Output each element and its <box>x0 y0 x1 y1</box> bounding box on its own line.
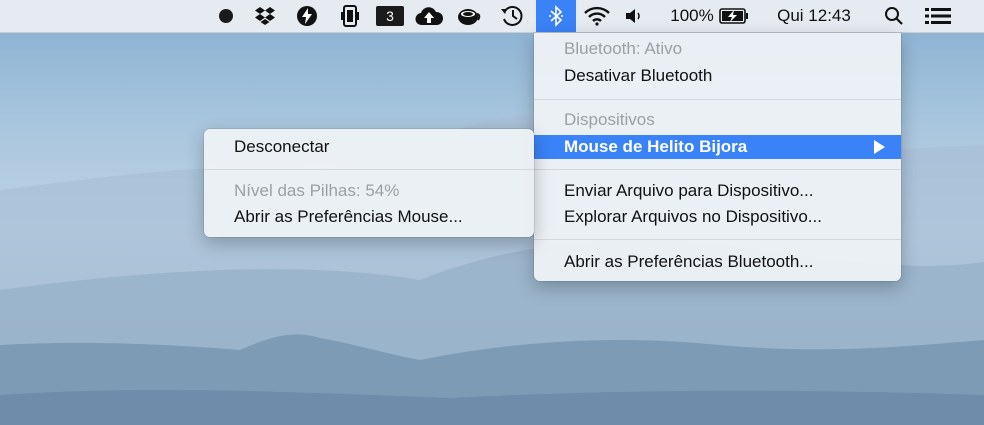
time-machine-icon[interactable] <box>498 0 526 32</box>
list-icon[interactable] <box>922 0 954 32</box>
volume-icon[interactable] <box>622 0 648 32</box>
submenu-arrow-icon <box>874 140 885 154</box>
bluetooth-icon[interactable] <box>536 0 576 32</box>
record-icon[interactable] <box>214 0 238 32</box>
bluetooth-status: Bluetooth: Ativo <box>564 39 683 58</box>
separator <box>534 239 901 240</box>
toggle-bluetooth-item[interactable]: Desativar Bluetooth <box>534 64 901 88</box>
open-mouse-prefs-item[interactable]: Abrir as Preferências Mouse... <box>204 205 534 229</box>
battery-level-item: Nível das Pilhas: 54% <box>234 181 400 200</box>
separator <box>534 169 901 170</box>
coffee-icon[interactable] <box>455 0 483 32</box>
device-submenu: Desconectar Nível das Pilhas: 54% Abrir … <box>204 129 534 237</box>
battery-percent: 100% <box>670 6 714 25</box>
bluetooth-menu: Bluetooth: Ativo Desativar Bluetooth Dis… <box>534 33 901 281</box>
send-file-item[interactable]: Enviar Arquivo para Dispositivo... <box>534 179 901 203</box>
devices-header: Dispositivos <box>564 110 655 129</box>
separator <box>204 169 534 170</box>
open-bluetooth-prefs-item[interactable]: Abrir as Preferências Bluetooth... <box>534 250 901 274</box>
clock[interactable]: Qui 12:43 <box>766 0 862 32</box>
cloud-upload-icon[interactable] <box>414 0 444 32</box>
battery-icon[interactable] <box>718 0 750 32</box>
device-item-mouse[interactable]: Mouse de Helito Bijora <box>534 135 901 159</box>
phone-icon[interactable] <box>338 0 362 32</box>
separator <box>534 99 901 100</box>
search-icon[interactable] <box>880 0 908 32</box>
calendar-badge-icon[interactable]: 3 <box>375 0 405 32</box>
flash-icon[interactable] <box>294 0 320 32</box>
disconnect-item[interactable]: Desconectar <box>204 135 534 159</box>
menu-bar: 3 100% Qui 12:43 <box>0 0 984 33</box>
calendar-badge: 3 <box>376 6 404 26</box>
dropbox-icon[interactable] <box>252 0 278 32</box>
browse-files-item[interactable]: Explorar Arquivos no Dispositivo... <box>534 205 901 229</box>
wifi-icon[interactable] <box>582 0 612 32</box>
